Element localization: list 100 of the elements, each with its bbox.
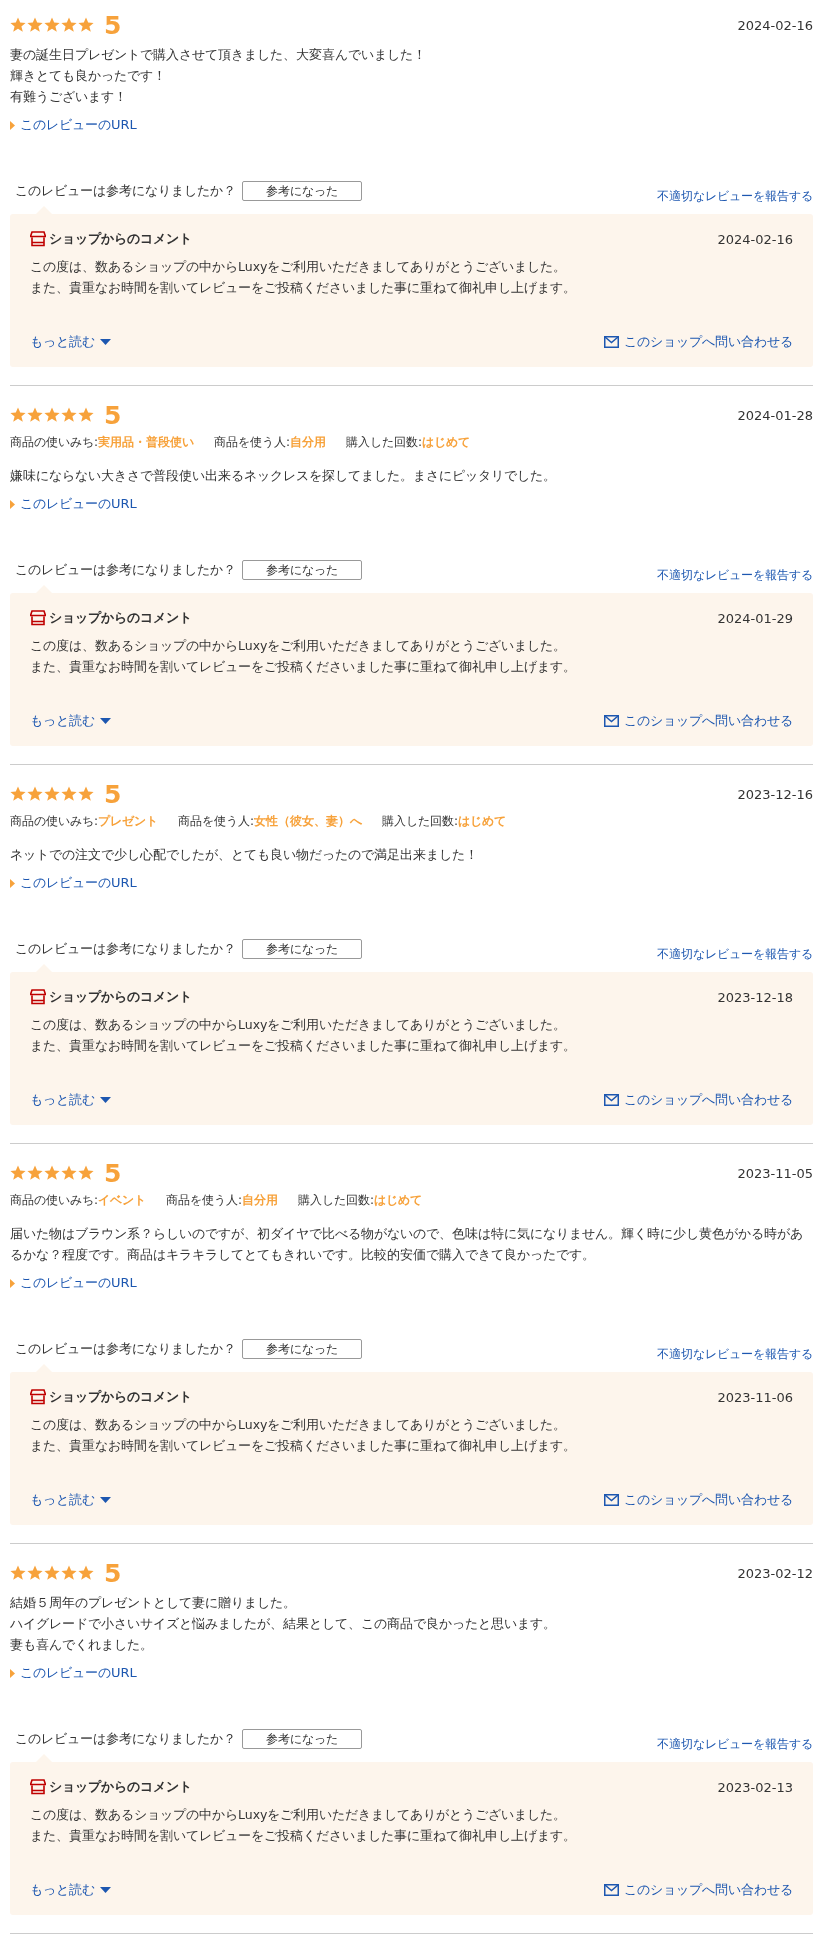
triangle-icon: [10, 1668, 15, 1678]
star-icon: [10, 786, 26, 802]
attribute-value: イベント: [98, 1193, 147, 1207]
comment-date: 2023-11-06: [717, 1389, 793, 1405]
attribute-label: 商品の使いみち:: [10, 1193, 99, 1207]
helpful-question: このレビューは参考になりましたか？: [15, 1730, 236, 1748]
read-more-link[interactable]: もっと読む: [30, 1881, 95, 1899]
review-text: 有難うございます！: [10, 88, 128, 106]
mail-icon: [604, 1494, 619, 1506]
caret-icon: [100, 339, 111, 345]
star-icon: [44, 1165, 60, 1181]
contact-shop-link[interactable]: このショップへ問い合わせる: [624, 1881, 793, 1899]
comment-text: また、貴重なお時間を割いてレビューをご投稿くださいました事に重ねて御礼申し上げます。: [30, 658, 577, 676]
star-icon: [61, 1165, 77, 1181]
caret-icon: [100, 1097, 111, 1103]
attribute-value: 実用品・普段使い: [98, 435, 195, 449]
star-icon: [10, 1165, 26, 1181]
triangle-icon: [10, 878, 15, 888]
comment-text: この度は、数あるショップの中からLuxyをご利用いただきましてありがとうございました。: [30, 637, 568, 655]
star-icon: [10, 1565, 26, 1581]
attribute-value: 自分用: [290, 435, 327, 449]
contact-shop-link[interactable]: このショップへ問い合わせる: [624, 1091, 793, 1109]
contact-shop-link[interactable]: このショップへ問い合わせる: [624, 333, 793, 351]
report-link[interactable]: 不適切なレビューを報告する: [657, 1345, 813, 1363]
helpful-button[interactable]: 参考になった: [242, 1339, 362, 1359]
star-icon: [61, 1565, 77, 1581]
attribute-label: 購入した回数:: [382, 814, 459, 828]
star-icon: [44, 786, 60, 802]
review-date: 2023-11-05: [737, 1165, 813, 1181]
comment-title: ショップからのコメント: [49, 988, 192, 1006]
review-url-link[interactable]: このレビューのURL: [20, 495, 137, 513]
helpful-button[interactable]: 参考になった: [242, 181, 362, 201]
triangle-icon: [10, 499, 15, 509]
star-icon: [78, 786, 94, 802]
contact-shop-link[interactable]: このショップへ問い合わせる: [624, 712, 793, 730]
review-date: 2023-02-12: [737, 1565, 813, 1581]
review-text: ネットでの注文で少し心配でしたが、とても良い物だったので満足出来ました！: [10, 846, 479, 864]
review-text: 結婚５周年のプレゼントとして妻に贈りました。: [10, 1594, 297, 1612]
comment-text: この度は、数あるショップの中からLuxyをご利用いただきましてありがとうございました。: [30, 1806, 568, 1824]
review-url-link[interactable]: このレビューのURL: [20, 1664, 137, 1682]
attribute-label: 購入した回数:: [298, 1193, 375, 1207]
star-icon: [27, 17, 43, 33]
read-more-link[interactable]: もっと読む: [30, 1091, 95, 1109]
attribute-value: 女性（彼女、妻）へ: [254, 814, 363, 828]
review-url-link[interactable]: このレビューのURL: [20, 874, 137, 892]
report-link[interactable]: 不適切なレビューを報告する: [657, 187, 813, 205]
rating-score: 5: [104, 400, 122, 430]
comment-date: 2024-02-16: [717, 231, 793, 247]
star-icon: [78, 17, 94, 33]
review-url-link[interactable]: このレビューのURL: [20, 116, 137, 134]
attribute-value: はじめて: [374, 1193, 423, 1207]
contact-shop-link[interactable]: このショップへ問い合わせる: [624, 1491, 793, 1509]
report-link[interactable]: 不適切なレビューを報告する: [657, 566, 813, 584]
caret-icon: [100, 718, 111, 724]
review-text: 届いた物はブラウン系？らしいのですが、初ダイヤで比べる物がないので、色味は特に気になりません。輝く時に少し黄色がかる時があるかな？程度です。商品はキラキラしてとてもきれいです。比較的安価で購入できて良かったです。: [10, 1225, 804, 1264]
star-icon: [78, 1165, 94, 1181]
shop-icon: [30, 1389, 46, 1405]
review-text: ハイグレードで小さいサイズと悩みましたが、結果として、この商品で良かったと思います。: [10, 1615, 557, 1633]
review-url-link[interactable]: このレビューのURL: [20, 1274, 137, 1292]
triangle-icon: [10, 1278, 15, 1288]
star-icon: [10, 407, 26, 423]
report-link[interactable]: 不適切なレビューを報告する: [657, 1735, 813, 1753]
helpful-question: このレビューは参考になりましたか？: [15, 1340, 236, 1358]
rating-score: 5: [104, 779, 122, 809]
comment-text: この度は、数あるショップの中からLuxyをご利用いただきましてありがとうございました。: [30, 1416, 568, 1434]
star-icon: [27, 407, 43, 423]
star-icon: [78, 1565, 94, 1581]
attribute-label: 購入した回数:: [346, 435, 423, 449]
helpful-button[interactable]: 参考になった: [242, 939, 362, 959]
review-text: 妻の誕生日プレゼントで購入させて頂きました、大変喜んでいました！: [10, 46, 427, 64]
caret-icon: [100, 1887, 111, 1893]
comment-title: ショップからのコメント: [49, 1388, 192, 1406]
comment-date: 2023-12-18: [717, 989, 793, 1005]
read-more-link[interactable]: もっと読む: [30, 712, 95, 730]
mail-icon: [604, 715, 619, 727]
report-link[interactable]: 不適切なレビューを報告する: [657, 945, 813, 963]
read-more-link[interactable]: もっと読む: [30, 1491, 95, 1509]
star-icon: [78, 407, 94, 423]
helpful-button[interactable]: 参考になった: [242, 560, 362, 580]
comment-text: この度は、数あるショップの中からLuxyをご利用いただきましてありがとうございました。: [30, 258, 568, 276]
mail-icon: [604, 336, 619, 348]
helpful-question: このレビューは参考になりましたか？: [15, 561, 236, 579]
star-icon: [10, 17, 26, 33]
rating-score: 5: [104, 10, 122, 40]
star-icon: [27, 1565, 43, 1581]
review-text: 嫌味にならない大きさで普段使い出来るネックレスを探してました。まさにピッタリでした。: [10, 467, 557, 485]
review-date: 2024-02-16: [737, 17, 813, 33]
attribute-value: はじめて: [422, 435, 471, 449]
star-icon: [27, 786, 43, 802]
attribute-label: 商品を使う人:: [178, 814, 255, 828]
review-date: 2023-12-16: [737, 786, 813, 802]
attribute-label: 商品を使う人:: [166, 1193, 243, 1207]
read-more-link[interactable]: もっと読む: [30, 333, 95, 351]
comment-title: ショップからのコメント: [49, 1778, 192, 1796]
comment-text: また、貴重なお時間を割いてレビューをご投稿くださいました事に重ねて御礼申し上げます。: [30, 1827, 577, 1845]
helpful-button[interactable]: 参考になった: [242, 1729, 362, 1749]
attribute-value: プレゼント: [98, 814, 159, 828]
star-icon: [61, 17, 77, 33]
mail-icon: [604, 1884, 619, 1896]
rating-score: 5: [104, 1158, 122, 1188]
